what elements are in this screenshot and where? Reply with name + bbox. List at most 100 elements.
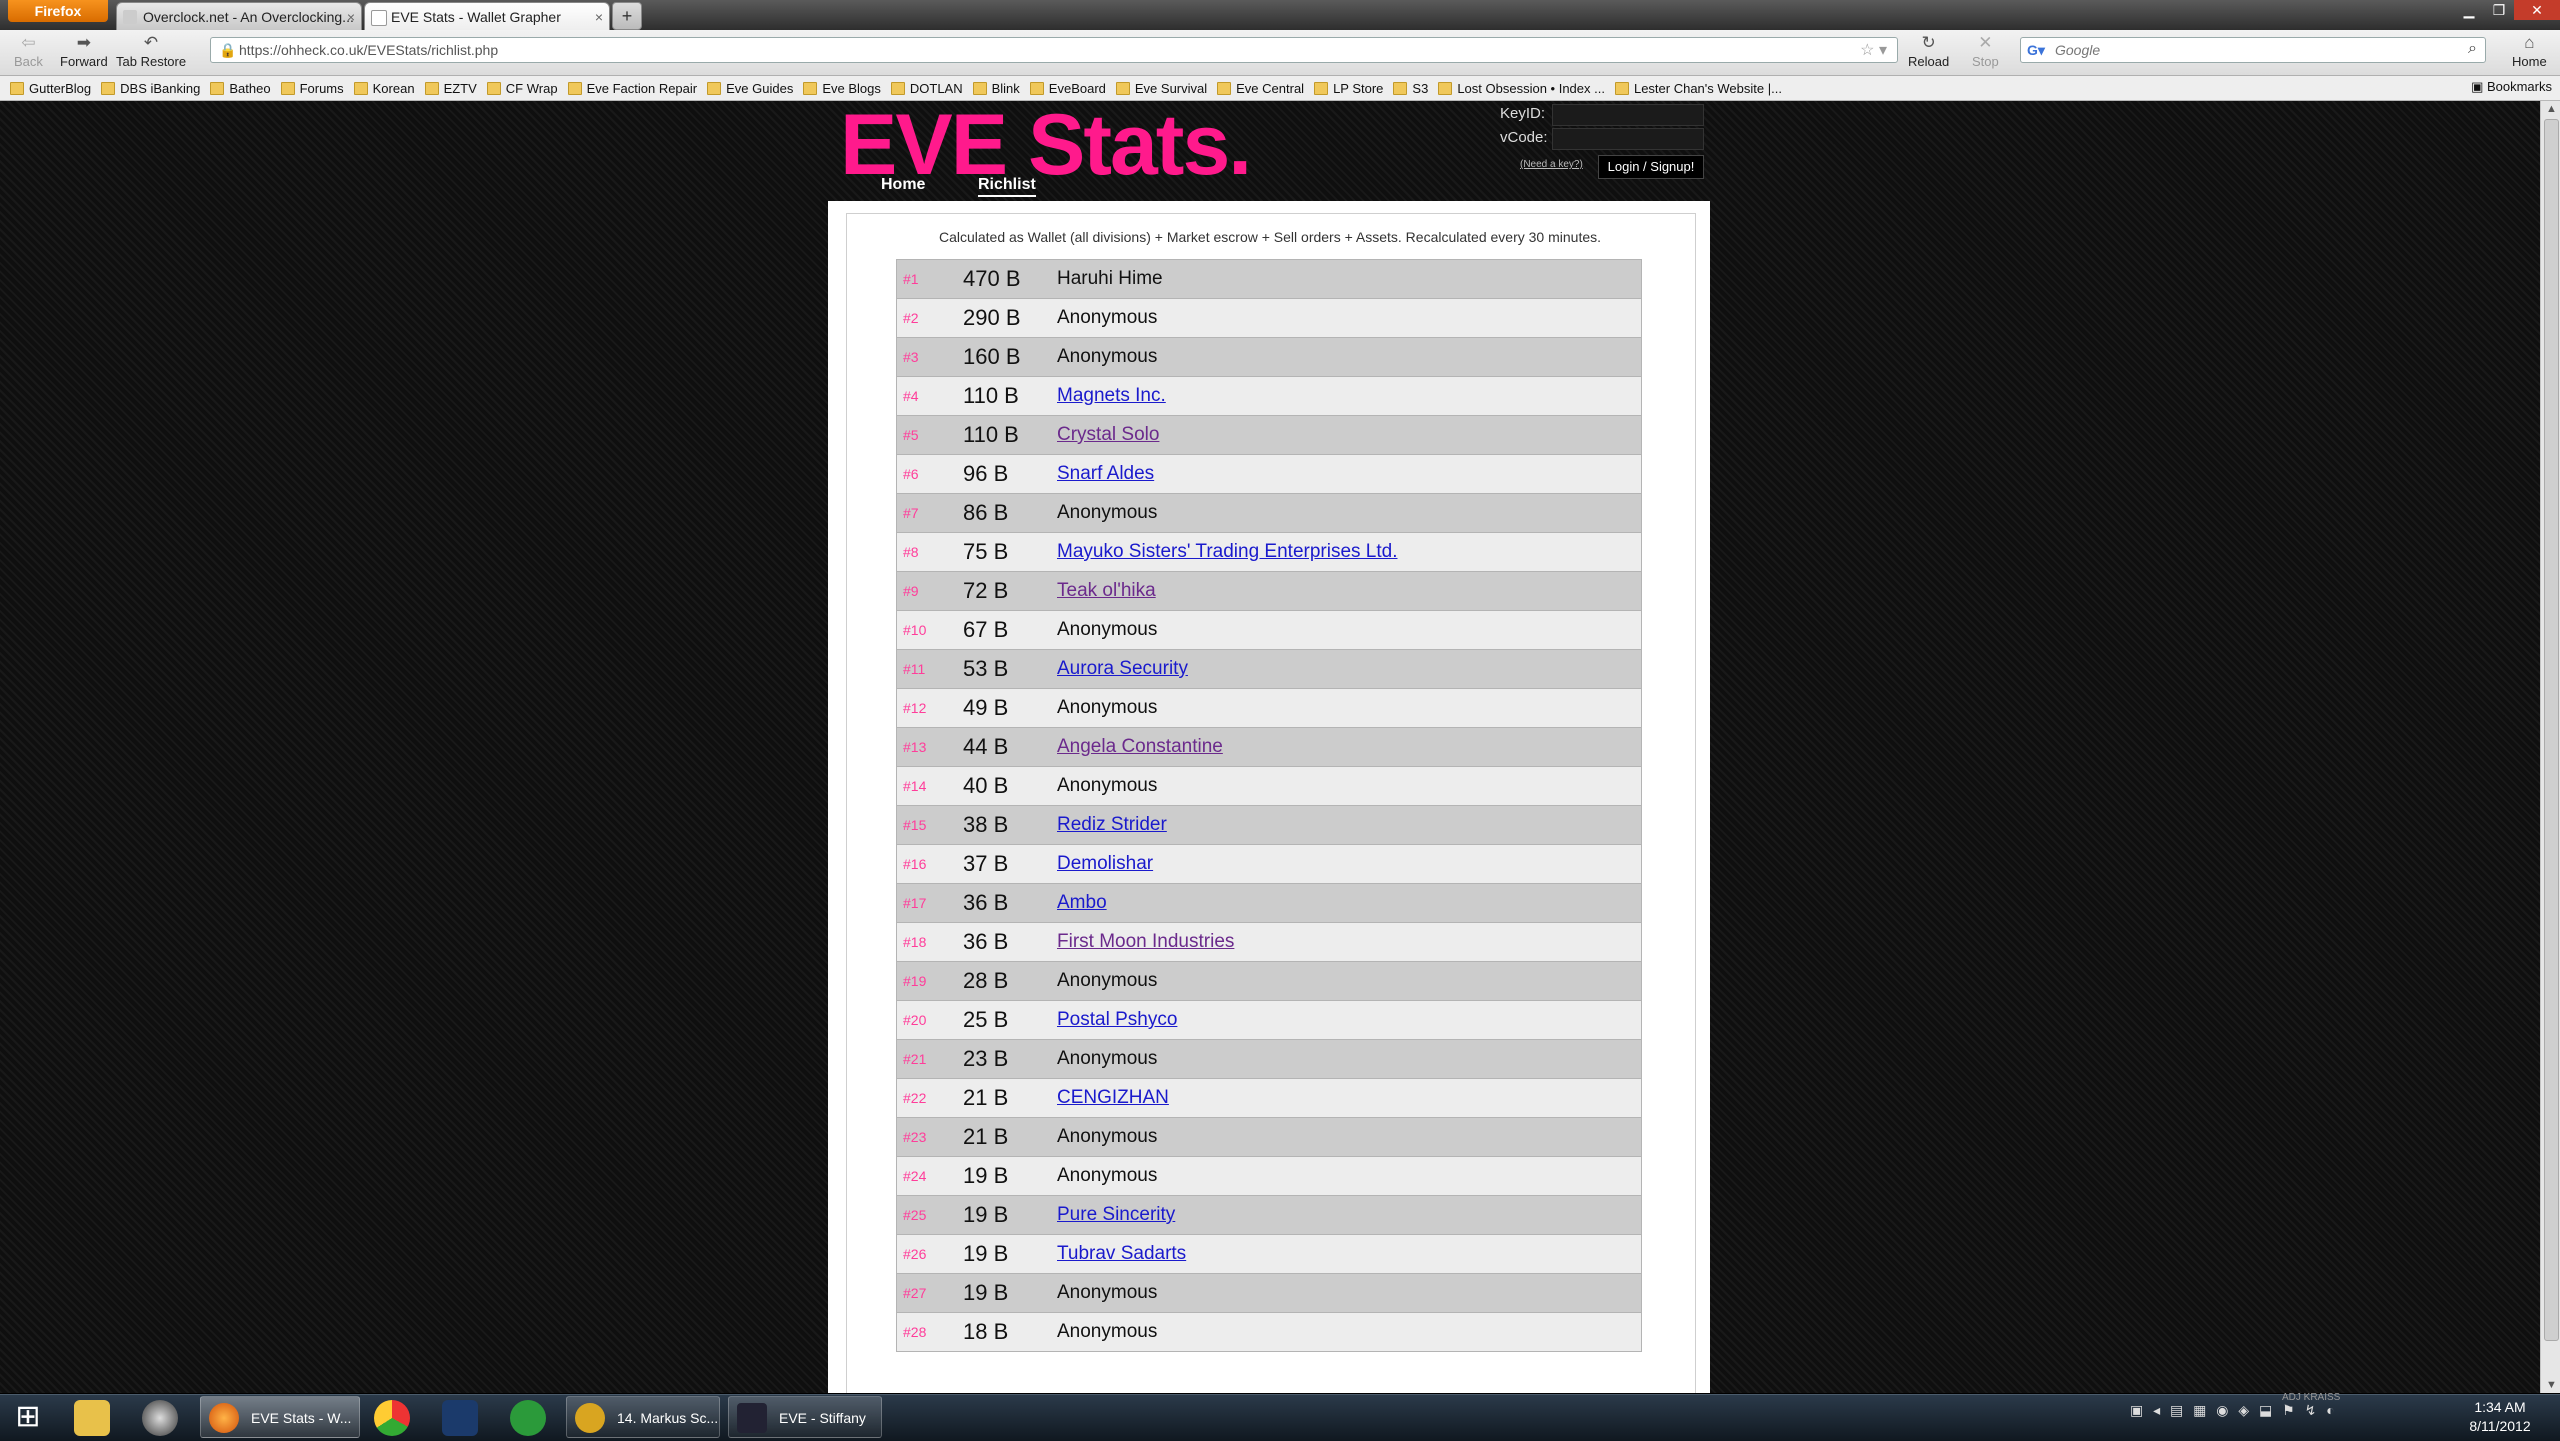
bookmarks-menu-button[interactable]: ▣ Bookmarks [2471, 79, 2552, 95]
bookmark-item[interactable]: Korean [353, 81, 415, 96]
character-link[interactable]: Postal Pshyco [1057, 1009, 1177, 1030]
character-link[interactable]: Aurora Security [1057, 658, 1188, 679]
character-link[interactable]: Ambo [1057, 892, 1107, 913]
windows-logo-icon: ⊞ [15, 1400, 41, 1433]
character-link[interactable]: Tubrav Sadarts [1057, 1243, 1186, 1264]
name-cell: Demolishar [1049, 844, 1642, 884]
forward-button[interactable]: ➡ Forward [60, 32, 108, 69]
bookmark-icon [1115, 81, 1130, 95]
bookmark-item[interactable]: Eve Survival [1115, 81, 1207, 96]
name-cell: Ambo [1049, 883, 1642, 923]
chrome-icon[interactable] [374, 1400, 410, 1436]
new-tab-button[interactable]: + [612, 2, 642, 30]
character-link[interactable]: Snarf Aldes [1057, 463, 1154, 484]
bookmark-item[interactable]: DOTLAN [890, 81, 963, 96]
search-icon[interactable]: ⌕ [2468, 40, 2477, 58]
character-link[interactable]: Magnets Inc. [1057, 385, 1166, 406]
rank-cell: #10 [896, 610, 963, 650]
system-tray-icons[interactable]: ▣ ◂ ▤ ▦ ◉ ◈ ⬓ ⚑ ↯ ◐ [2130, 1402, 2338, 1419]
steam-icon[interactable] [142, 1400, 178, 1436]
rank-cell: #2 [896, 298, 963, 338]
clock[interactable]: 1:34 AM 8/11/2012 [2450, 1398, 2550, 1436]
character-link[interactable]: Crystal Solo [1057, 424, 1159, 445]
taskbar-item-music[interactable]: 14. Markus Sc... [566, 1396, 720, 1438]
bookmark-label: DBS iBanking [120, 80, 201, 96]
bookmark-item[interactable]: Batheo [210, 81, 271, 96]
character-link[interactable]: CENGIZHAN [1057, 1087, 1169, 1108]
character-link[interactable]: First Moon Industries [1057, 931, 1234, 952]
nav-home-link[interactable]: Home [881, 176, 925, 194]
character-link[interactable]: Teak ol'hika [1057, 580, 1156, 601]
character-name: Anonymous [1057, 1165, 1158, 1186]
home-button[interactable]: ⌂ Home [2512, 32, 2547, 69]
bookmark-label: EveBoard [1048, 80, 1106, 96]
tab-overclock[interactable]: Overclock.net - An Overclocking... × [116, 2, 362, 30]
character-link[interactable]: Demolishar [1057, 853, 1153, 874]
evemon-icon[interactable] [442, 1400, 478, 1436]
bookmark-item[interactable]: Lost Obsession • Index ... [1438, 81, 1605, 96]
name-cell: Tubrav Sadarts [1049, 1234, 1642, 1274]
amount-cell: 38 B [963, 805, 1049, 845]
name-cell: Magnets Inc. [1049, 376, 1642, 416]
taskbar-item-eve-client[interactable]: EVE - Stiffany [728, 1396, 882, 1438]
vertical-scrollbar[interactable]: ▲ ▼ [2540, 101, 2560, 1393]
bookmark-star-icon[interactable]: ☆ ▾ [1860, 40, 1887, 60]
bookmark-item[interactable]: Forums [280, 81, 344, 96]
scroll-down-icon[interactable]: ▼ [2546, 1379, 2557, 1391]
firefox-menu-button[interactable]: Firefox [8, 0, 108, 22]
bookmark-item[interactable]: Eve Faction Repair [567, 81, 697, 96]
table-row: #12 49 B Anonymous [896, 688, 1642, 728]
character-link[interactable]: Rediz Strider [1057, 814, 1167, 835]
reload-button[interactable]: ↻ Reload [1908, 32, 1949, 69]
bookmark-item[interactable]: Blink [972, 81, 1020, 96]
bookmark-item[interactable]: GutterBlog [10, 81, 91, 96]
bookmark-item[interactable]: DBS iBanking [101, 81, 200, 96]
character-link[interactable]: Pure Sincerity [1057, 1204, 1175, 1225]
rank-cell: #5 [896, 415, 963, 455]
need-key-link[interactable]: (Need a key?) [1520, 159, 1583, 170]
taskbar-item-eve-stats[interactable]: EVE Stats - W... [200, 1396, 360, 1438]
name-cell: First Moon Industries [1049, 922, 1642, 962]
bookmark-item[interactable]: LP Store [1314, 81, 1383, 96]
scroll-up-icon[interactable]: ▲ [2546, 103, 2557, 115]
search-input[interactable]: G▾ Google ⌕ [2020, 37, 2486, 63]
login-signup-button[interactable]: Login / Signup! [1598, 155, 1704, 179]
table-row: #16 37 B Demolishar [896, 844, 1642, 884]
bookmark-icon [1438, 81, 1453, 95]
restore-icon[interactable]: ❐ [2484, 0, 2514, 20]
bookmark-item[interactable]: Eve Guides [707, 81, 793, 96]
bookmark-item[interactable]: CF Wrap [486, 81, 558, 96]
bookmark-item[interactable]: EveBoard [1029, 80, 1106, 96]
stop-button[interactable]: ✕ Stop [1972, 32, 1999, 69]
bookmark-item[interactable]: S3 [1393, 81, 1428, 96]
start-button[interactable]: ⊞ [4, 1396, 52, 1438]
tab-restore-button[interactable]: ↶ Tab Restore [116, 32, 186, 69]
bookmarks-icon: ▣ [2471, 79, 2487, 94]
vcode-input[interactable] [1552, 128, 1704, 150]
bookmark-item[interactable]: Eve Blogs [803, 81, 881, 96]
scrollbar-thumb[interactable] [2544, 119, 2559, 1341]
bookmark-item[interactable]: EZTV [424, 81, 477, 96]
reload-label: Reload [1908, 54, 1950, 69]
name-cell: CENGIZHAN [1049, 1078, 1642, 1118]
rank-cell: #20 [896, 1000, 963, 1040]
back-button[interactable]: ⇦ Back [14, 32, 43, 69]
name-cell: Anonymous [1049, 493, 1642, 533]
bookmark-item[interactable]: Eve Central [1217, 81, 1304, 96]
character-link[interactable]: Angela Constantine [1057, 736, 1223, 757]
utorrent-icon[interactable] [510, 1400, 546, 1436]
minimize-icon[interactable]: ▁ [2454, 0, 2484, 20]
close-tab-icon[interactable]: × [595, 3, 603, 30]
close-window-icon[interactable]: ✕ [2514, 0, 2560, 20]
bookmarks-menu-label: Bookmarks [2486, 79, 2552, 94]
keyid-input[interactable] [1552, 104, 1704, 126]
tab-eve-stats[interactable]: EVE Stats - Wallet Grapher × [364, 2, 610, 30]
bookmark-icon [1393, 81, 1408, 95]
character-link[interactable]: Mayuko Sisters' Trading Enterprises Ltd. [1057, 541, 1398, 562]
address-bar[interactable]: 🔒 https://ohheck.co.uk/EVEStats/richlist… [210, 37, 1898, 63]
nav-richlist-link[interactable]: Richlist [978, 176, 1036, 197]
music-player-icon [575, 1403, 605, 1433]
close-tab-icon[interactable]: × [347, 3, 355, 30]
bookmark-item[interactable]: Lester Chan's Website |... [1614, 81, 1782, 96]
explorer-icon[interactable] [74, 1400, 110, 1436]
